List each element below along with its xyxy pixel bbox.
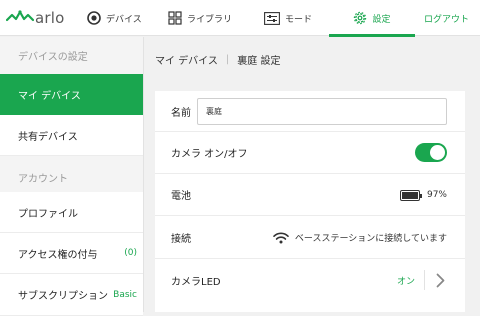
sliders-icon bbox=[264, 11, 280, 25]
camera-power-label: カメラ オン/オフ bbox=[171, 149, 248, 160]
camera-power-toggle[interactable] bbox=[415, 143, 447, 162]
sidebar-item-label: 共有デバイス bbox=[18, 131, 78, 143]
sidebar-item-my-devices[interactable]: マイ デバイス bbox=[0, 74, 143, 115]
divider bbox=[424, 270, 425, 290]
sidebar-item-label: プロファイル bbox=[18, 208, 78, 220]
breadcrumb-separator: | bbox=[225, 53, 230, 65]
arlo-logo[interactable]: arlo bbox=[5, 7, 65, 29]
sidebar-section-account: アカウント bbox=[0, 162, 143, 192]
breadcrumb: マイ デバイス | 裏庭 設定 bbox=[155, 37, 280, 81]
nav-mode[interactable]: モード bbox=[264, 0, 312, 36]
sidebar-section-devices: デバイスの設定 bbox=[0, 37, 143, 74]
settings-sidebar: デバイスの設定 マイ デバイス 共有デバイス アカウント プロファイル アクセス… bbox=[0, 37, 144, 316]
battery-status: 97% bbox=[399, 174, 447, 216]
camera-led-label: カメラLED bbox=[171, 276, 221, 288]
name-label: 名前 bbox=[171, 107, 191, 119]
connection-label: 接続 bbox=[171, 233, 191, 245]
battery-fill bbox=[401, 191, 418, 199]
battery-percent: 97% bbox=[426, 190, 447, 200]
nav-devices-label: デバイス bbox=[106, 14, 142, 25]
battery-label: 電池 bbox=[171, 191, 191, 202]
camera-power-row: カメラ オン/オフ bbox=[155, 132, 465, 174]
sidebar-item-grant-access[interactable]: アクセス権の付与 (0) bbox=[0, 233, 143, 274]
name-row: 名前 bbox=[155, 91, 465, 132]
nav-mode-label: モード bbox=[285, 14, 313, 25]
breadcrumb-parent[interactable]: マイ デバイス bbox=[155, 52, 218, 67]
connection-value: ベースステーションに接続しています bbox=[294, 234, 447, 244]
nav-devices[interactable]: デバイス bbox=[87, 0, 142, 36]
connection-row: 接続 ベースステーションに接続しています bbox=[155, 216, 465, 259]
sidebar-item-subscription[interactable]: サブスクリプション Basic bbox=[0, 274, 143, 316]
device-name-input[interactable] bbox=[197, 98, 447, 125]
nav-settings-label: 設定 bbox=[372, 14, 391, 25]
gear-icon bbox=[353, 11, 367, 25]
nav-library[interactable]: ライブラリ bbox=[168, 0, 232, 36]
logout-link[interactable]: ログアウト bbox=[424, 0, 469, 36]
camera-icon bbox=[87, 11, 101, 25]
device-settings-panel: 名前 カメラ オン/オフ 電池 97% 接続 ベースステーシ bbox=[155, 91, 465, 312]
grid-icon bbox=[168, 11, 182, 25]
battery-row: 電池 97% bbox=[155, 174, 465, 216]
top-nav: arlo デバイス ライブラリ モード 設定 ログアウト bbox=[0, 0, 480, 37]
grant-access-count: (0) bbox=[124, 248, 137, 258]
camera-led-value: オン bbox=[396, 276, 415, 287]
sidebar-item-shared-devices[interactable]: 共有デバイス bbox=[0, 115, 143, 156]
connection-status: ベースステーションに接続しています bbox=[273, 216, 447, 259]
chevron-right-icon[interactable] bbox=[433, 272, 447, 288]
subscription-plan: Basic bbox=[113, 289, 137, 300]
arlo-logo-icon bbox=[5, 7, 35, 29]
sidebar-item-label: マイ デバイス bbox=[18, 91, 81, 102]
nav-settings[interactable]: 設定 bbox=[329, 0, 415, 37]
active-tab-indicator bbox=[329, 34, 415, 37]
wifi-icon bbox=[273, 232, 289, 244]
logo-text: arlo bbox=[35, 9, 65, 27]
sidebar-item-label: サブスクリプション bbox=[18, 291, 108, 302]
toggle-knob bbox=[430, 145, 445, 160]
breadcrumb-current: 裏庭 設定 bbox=[237, 55, 281, 67]
sidebar-item-label: アクセス権の付与 bbox=[18, 249, 98, 261]
sidebar-item-profile[interactable]: プロファイル bbox=[0, 192, 143, 233]
camera-led-row[interactable]: カメラLED オン bbox=[155, 259, 465, 301]
battery-icon bbox=[399, 189, 422, 201]
nav-library-label: ライブラリ bbox=[187, 14, 233, 25]
